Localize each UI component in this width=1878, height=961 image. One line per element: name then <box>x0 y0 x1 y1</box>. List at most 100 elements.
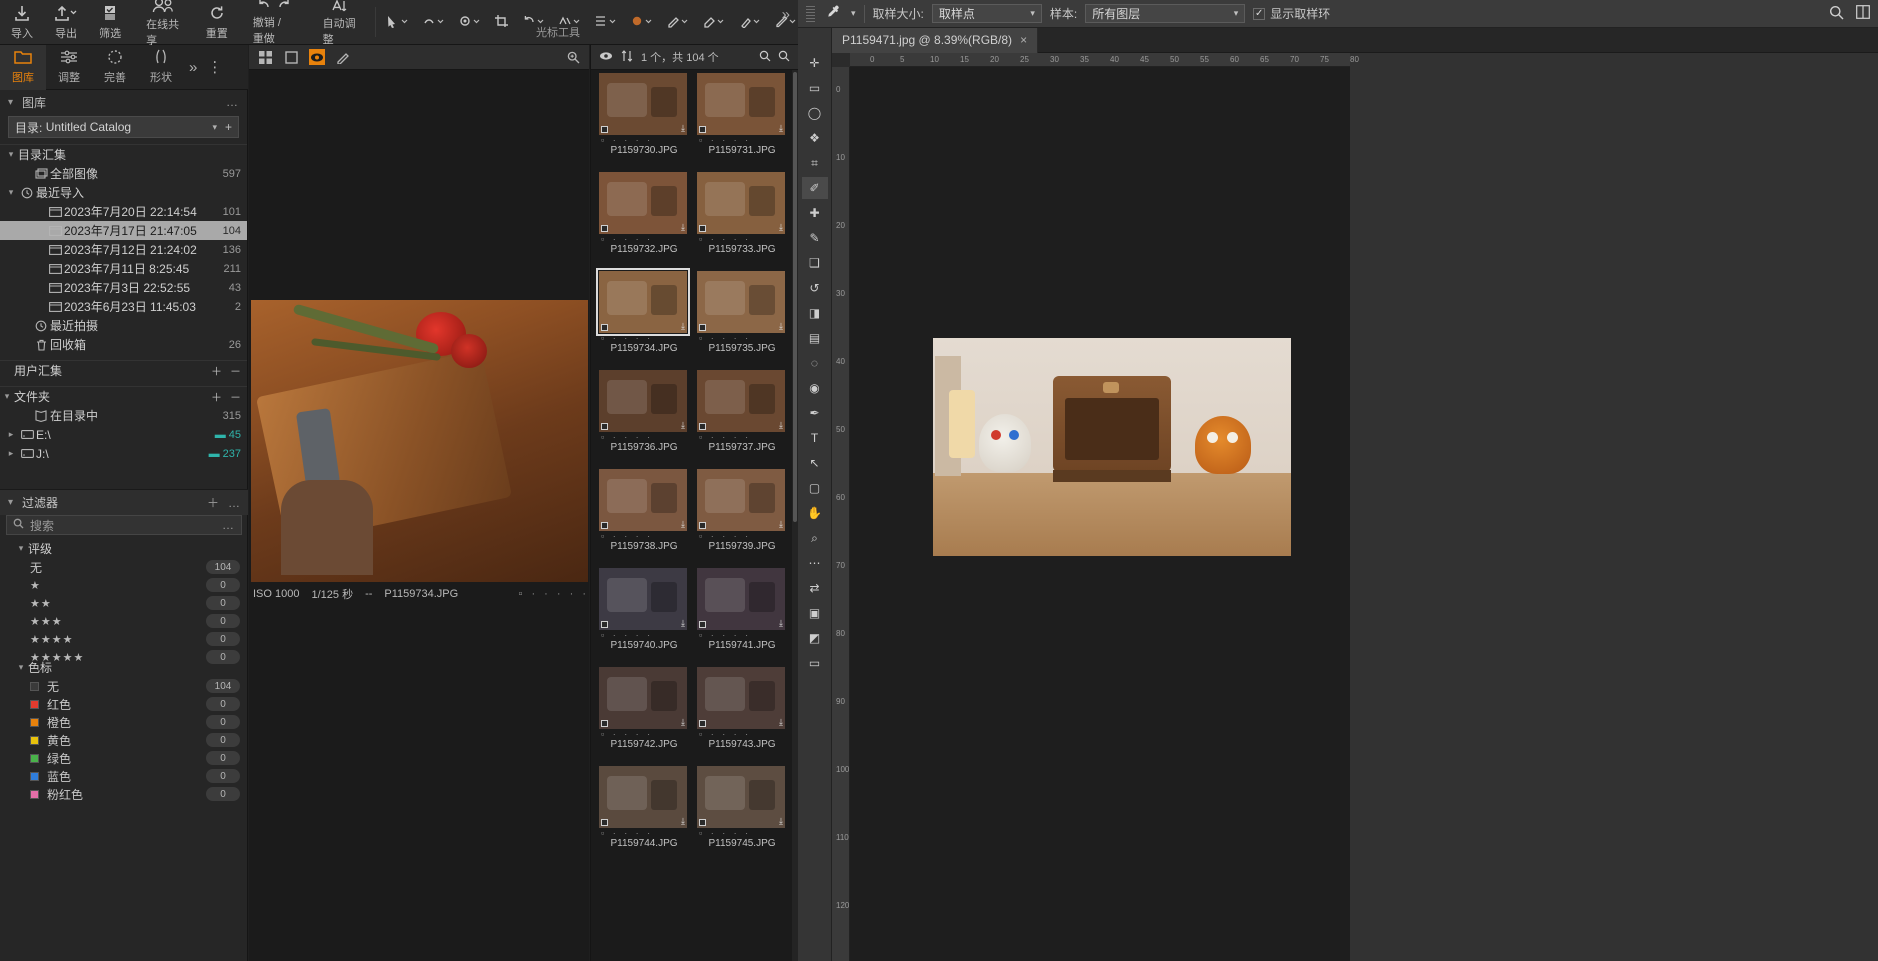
screenmode-icon[interactable]: ▭ <box>802 652 828 674</box>
filmstrip-sort-icon[interactable] <box>621 49 633 65</box>
sample-dropdown[interactable]: 所有图层 ▾ <box>1085 4 1246 23</box>
redeye-tool[interactable] <box>458 14 482 31</box>
toolbar-export-button[interactable]: 导出 <box>44 0 88 45</box>
quick-select-icon[interactable]: ❖ <box>802 127 828 149</box>
library-panel-header[interactable]: ▾ 图库 … <box>0 90 247 114</box>
thumbnail-checkbox[interactable] <box>699 819 706 826</box>
thumbnail-checkbox[interactable] <box>601 819 608 826</box>
edit-toolbar-icon[interactable]: ⇄ <box>802 577 828 599</box>
rating-filter-item[interactable]: ★★★★ 0 <box>0 630 248 648</box>
filmstrip-cell[interactable]: ⤓ ▫ · · · · P1159739.JPG <box>693 466 791 565</box>
thumbnail-checkbox[interactable] <box>601 423 608 430</box>
thumbnail-rating-dots[interactable]: ▫ · · · · <box>697 432 787 442</box>
filmstrip-thumbnail[interactable]: ⤓ <box>599 766 687 828</box>
crop-icon[interactable]: ⌗ <box>802 152 828 174</box>
quickmask-icon[interactable]: ◩ <box>802 627 828 649</box>
single-view-icon[interactable] <box>283 49 299 65</box>
filmstrip-scrollbar-thumb[interactable] <box>793 72 797 522</box>
preview-rating-dots[interactable]: ▫ · · · · · <box>519 588 590 600</box>
healing-tool[interactable] <box>422 14 446 31</box>
colorlabel-filter-item[interactable]: 红色 0 <box>0 695 248 713</box>
folders-header-row[interactable]: ▾ 文件夹 ＋ － <box>0 387 247 406</box>
thumbnail-checkbox[interactable] <box>699 126 706 133</box>
library-panel-more-icon[interactable]: … <box>226 95 239 109</box>
filmstrip-search-icon[interactable] <box>778 50 790 65</box>
filmstrip-thumbnail[interactable]: ⤓ <box>697 271 785 333</box>
eyedropper-icon[interactable]: ✐ <box>801 177 828 199</box>
filmstrip-cell[interactable]: ⤓ ▫ · · · · P1159734.JPG <box>595 268 693 367</box>
toolbar-import-button[interactable]: 导入 <box>0 0 44 45</box>
document-tab[interactable]: P1159471.jpg @ 8.39%(RGB/8) × <box>832 27 1039 53</box>
thumbnail-rating-dots[interactable]: ▫ · · · · <box>599 828 689 838</box>
search-icon[interactable] <box>1829 5 1844 23</box>
zoom-icon[interactable]: ⌕ <box>802 527 828 549</box>
crop-tool[interactable] <box>494 14 510 31</box>
thumbnail-rating-dots[interactable]: ▫ · · · · <box>599 630 689 640</box>
filmstrip-cell[interactable]: ⤓ ▫ · · · · P1159730.JPG <box>595 70 693 169</box>
stamp-icon[interactable]: ❑ <box>802 252 828 274</box>
thumbnail-checkbox[interactable] <box>699 621 706 628</box>
filmstrip-thumbnail[interactable]: ⤓ <box>596 268 690 336</box>
filmstrip-cell[interactable]: ⤓ ▫ · · · · P1159743.JPG <box>693 664 791 763</box>
catalog-tree-item[interactable]: 2023年6月23日 11:45:03 2 <box>0 297 247 316</box>
chevron-right-icon[interactable]: ▸ <box>4 429 18 440</box>
filmstrip-thumbnail[interactable]: ⤓ <box>697 469 785 531</box>
color-tool[interactable] <box>630 14 654 31</box>
thumbnail-checkbox[interactable] <box>699 423 706 430</box>
brush-tool[interactable] <box>666 14 690 31</box>
gradient-tool[interactable] <box>594 14 618 31</box>
colorlabel-filter-item[interactable]: 橙色 0 <box>0 713 248 731</box>
folder-tree-item[interactable]: 在目录中 315 <box>0 406 247 425</box>
shape-icon[interactable]: ▢ <box>802 477 828 499</box>
filmstrip-cell[interactable]: ⤓ ▫ · · · · P1159737.JPG <box>693 367 791 466</box>
lasso-icon[interactable]: ◯ <box>802 102 828 124</box>
toolbar-undo-redo-button[interactable]: 撤销 / 重做 <box>239 0 309 45</box>
catalog-dropdown[interactable]: 目录: Untitled Catalog ▾ + <box>8 116 239 138</box>
catalog-tree-item[interactable]: 最近拍摄 <box>0 316 247 335</box>
filmstrip-thumbnail[interactable]: ⤓ <box>599 172 687 234</box>
thumbnail-rating-dots[interactable]: ▫ · · · · <box>697 333 787 343</box>
folder-tree-item[interactable]: ▸ E:\ ▬ 45 <box>0 425 247 444</box>
history-brush-icon[interactable]: ↺ <box>802 277 828 299</box>
filmstrip-thumbnail[interactable]: ⤓ <box>599 667 687 729</box>
filmstrip-cell[interactable]: ⤓ ▫ · · · · P1159745.JPG <box>693 763 791 862</box>
tool-preset-caret-icon[interactable]: ▾ <box>851 8 856 19</box>
thumbnail-checkbox[interactable] <box>699 720 706 727</box>
filmstrip-cell[interactable]: ⤓ ▫ · · · · P1159732.JPG <box>595 169 693 268</box>
filmstrip-thumbnail[interactable]: ⤓ <box>697 568 785 630</box>
search-options-icon[interactable]: … <box>222 518 235 532</box>
mode-library[interactable]: 图库 <box>0 44 46 90</box>
catalog-tree-item[interactable]: ▾ 最近导入 <box>0 183 247 202</box>
colorlabel-filter-item[interactable]: 粉红色 0 <box>0 785 248 803</box>
type-icon[interactable]: T <box>802 427 828 449</box>
add-collection-button[interactable]: ＋ <box>211 363 222 379</box>
path-select-icon[interactable]: ↖ <box>802 452 828 474</box>
remove-folder-button[interactable]: － <box>230 389 241 405</box>
mode-more-icon[interactable]: ⋮ <box>202 58 227 76</box>
thumbnail-checkbox[interactable] <box>601 522 608 529</box>
thumbnail-rating-dots[interactable]: ▫ · · · · <box>697 630 787 640</box>
filmstrip-cell[interactable]: ⤓ ▫ · · · · P1159742.JPG <box>595 664 693 763</box>
catalog-tree-item[interactable]: 全部图像 597 <box>0 164 247 183</box>
filmstrip-cell[interactable]: ⤓ ▫ · · · · P1159744.JPG <box>595 763 693 862</box>
add-folder-button[interactable]: ＋ <box>211 389 222 405</box>
colorlabel-filter-item[interactable]: 无 104 <box>0 677 248 695</box>
filmstrip-cell[interactable]: ⤓ ▫ · · · · P1159740.JPG <box>595 565 693 664</box>
color-swatch-icon[interactable]: ▣ <box>802 602 828 624</box>
rating-filter-item[interactable]: ★ 0 <box>0 576 248 594</box>
filmstrip-cell[interactable]: ⤓ ▫ · · · · P1159736.JPG <box>595 367 693 466</box>
pen-icon[interactable]: ✒ <box>802 402 828 424</box>
sample-size-dropdown[interactable]: 取样点 ▾ <box>931 4 1042 23</box>
thumbnail-rating-dots[interactable]: ▫ · · · · <box>599 234 689 244</box>
filmstrip-thumbnail[interactable]: ⤓ <box>697 73 785 135</box>
clone-tool[interactable] <box>738 14 762 31</box>
filmstrip-thumbnail[interactable]: ⤓ <box>599 568 687 630</box>
brush-icon[interactable] <box>335 49 351 65</box>
cursor-arrow-tool[interactable] <box>384 14 410 31</box>
thumbnail-rating-dots[interactable]: ▫ · · · · <box>697 828 787 838</box>
toolbar-share-button[interactable]: 在线共享 <box>132 0 195 47</box>
filmstrip-cell[interactable]: ⤓ ▫ · · · · P1159735.JPG <box>693 268 791 367</box>
thumbnail-rating-dots[interactable]: ▫ · · · · <box>599 135 689 145</box>
catalog-tree-item[interactable]: 2023年7月17日 21:47:05 104 <box>0 221 247 240</box>
filmstrip-cell[interactable]: ⤓ ▫ · · · · P1159741.JPG <box>693 565 791 664</box>
